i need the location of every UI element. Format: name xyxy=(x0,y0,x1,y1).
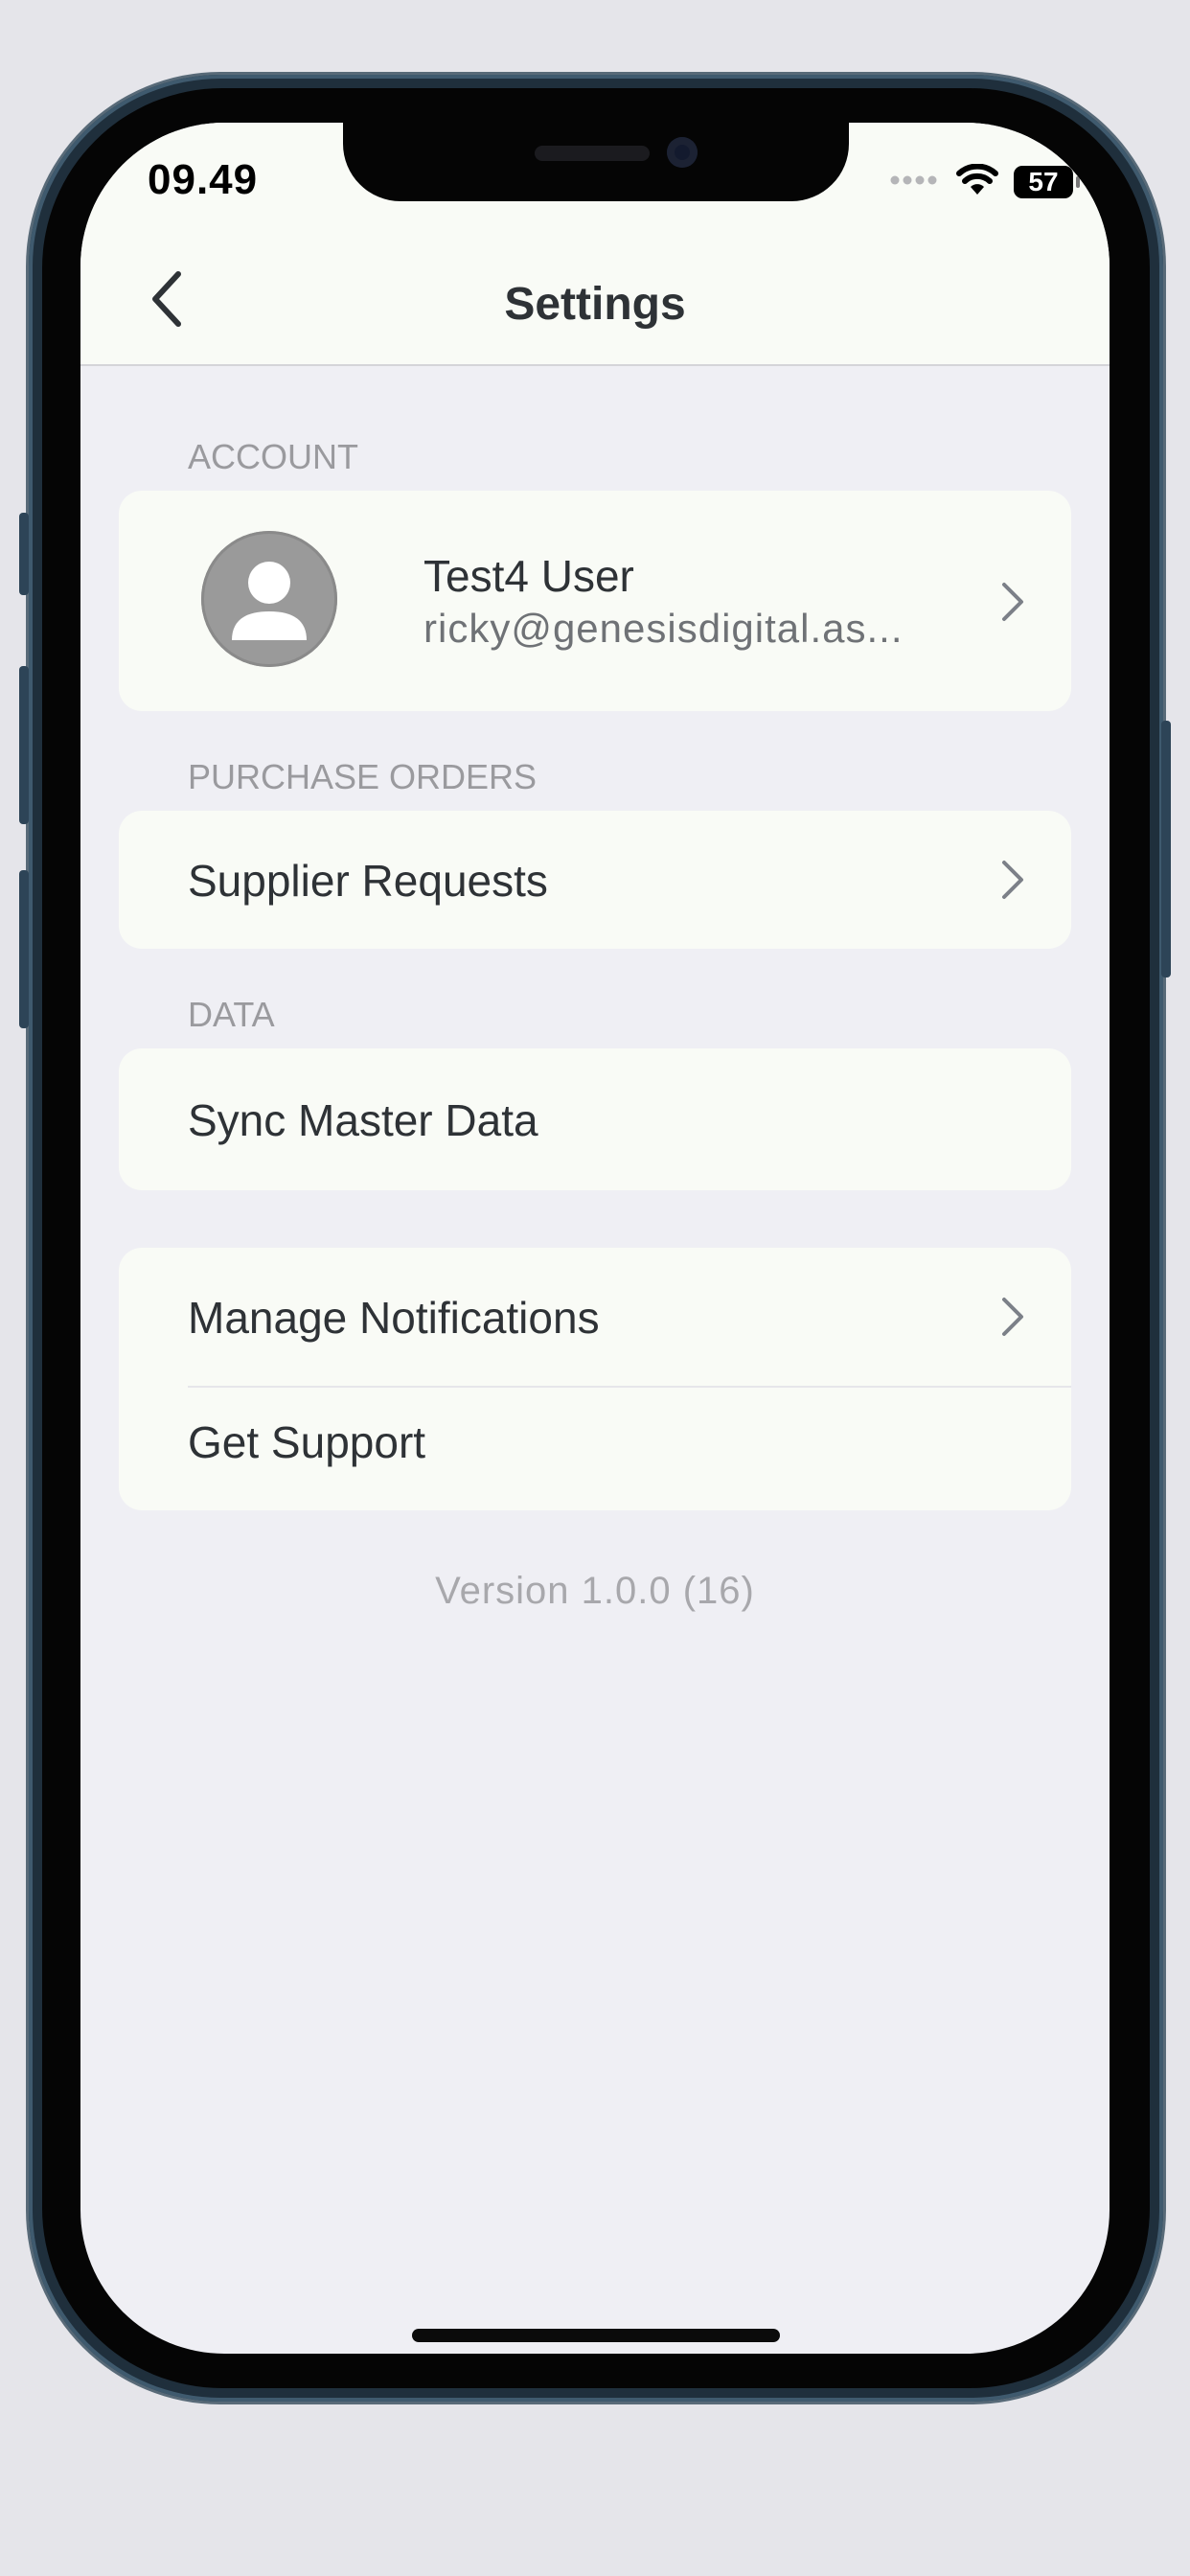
manage-notifications-label: Manage Notifications xyxy=(188,1293,600,1343)
section-header-account: ACCOUNT xyxy=(188,437,358,476)
avatar xyxy=(201,531,337,667)
supplier-requests-label: Supplier Requests xyxy=(188,856,548,906)
get-support-label: Get Support xyxy=(188,1417,426,1467)
mute-switch xyxy=(19,513,29,595)
cellular-signal-icon xyxy=(889,173,941,191)
section-header-purchase-orders: PURCHASE ORDERS xyxy=(188,757,538,796)
volume-down-button xyxy=(19,870,29,1028)
user-placeholder-icon xyxy=(232,562,307,640)
chevron-right-icon xyxy=(1002,861,1023,899)
speaker-grille xyxy=(535,146,650,161)
chevron-right-icon xyxy=(1002,583,1023,621)
sync-master-data-label: Sync Master Data xyxy=(188,1095,538,1145)
status-time: 09.49 xyxy=(148,156,259,203)
settings-row-manage-notifications[interactable]: Manage Notifications xyxy=(119,1248,1071,1386)
chevron-right-icon xyxy=(1002,1298,1023,1336)
account-card[interactable]: Test4 User ricky@genesisdigital.as... xyxy=(119,491,1071,711)
settings-row-sync-master-data[interactable]: Sync Master Data xyxy=(119,1048,1071,1190)
other-settings-card: Manage Notifications Get Support xyxy=(119,1248,1071,1510)
battery-icon: 57 xyxy=(1014,166,1080,198)
settings-row-get-support[interactable]: Get Support xyxy=(119,1386,1071,1510)
wifi-icon xyxy=(956,163,998,201)
purchase-orders-card: Supplier Requests xyxy=(119,811,1071,949)
account-email: ricky@genesisdigital.as... xyxy=(423,606,904,651)
app-version: Version 1.0.0 (16) xyxy=(435,1570,755,1612)
account-name: Test4 User xyxy=(423,551,634,601)
power-button xyxy=(1161,721,1171,978)
navigation-header: 09.49 57 Settings xyxy=(80,123,1110,366)
status-icons: 57 xyxy=(889,163,1080,201)
notch xyxy=(343,123,849,201)
home-indicator[interactable] xyxy=(412,2329,780,2342)
phone-screen: 09.49 57 Settings ACCOUNT Test4 User ric… xyxy=(80,123,1110,2354)
volume-up-button xyxy=(19,666,29,824)
section-header-data: DATA xyxy=(188,995,275,1034)
front-camera xyxy=(667,137,698,168)
page-title: Settings xyxy=(504,279,686,330)
settings-row-supplier-requests[interactable]: Supplier Requests xyxy=(119,811,1071,949)
data-card: Sync Master Data xyxy=(119,1048,1071,1190)
